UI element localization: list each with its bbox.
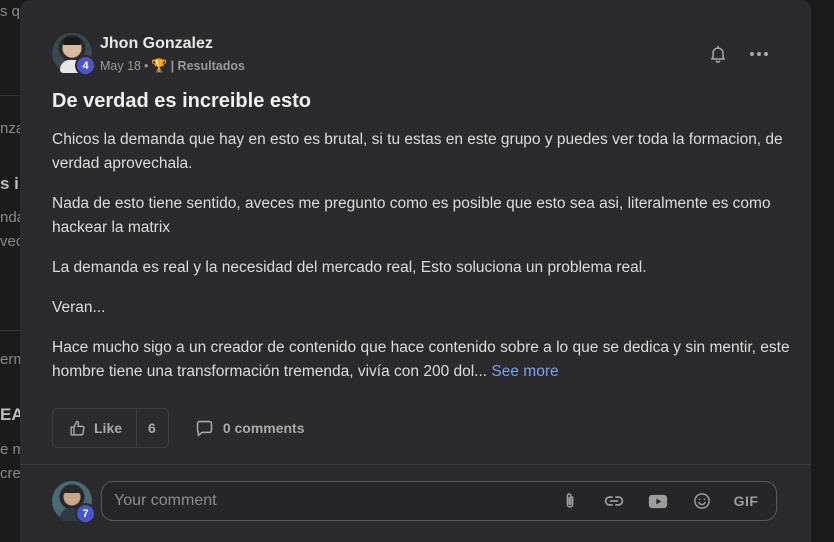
comment-bubble-icon (196, 420, 213, 436)
author-avatar[interactable]: 4 (52, 33, 96, 76)
current-user-avatar[interactable]: 7 (52, 481, 96, 524)
post-date: May 18 (100, 59, 141, 73)
trophy-icon: 🏆 (151, 58, 168, 73)
background-divider (0, 330, 20, 331)
youtube-icon[interactable] (636, 482, 680, 520)
paperclip-icon[interactable] (548, 482, 592, 520)
see-more-link[interactable]: See more (491, 363, 558, 380)
avatar-hair (63, 485, 81, 493)
comment-box: GIF (101, 481, 777, 521)
post-paragraph: Veran... (52, 299, 106, 316)
author-level-badge: 4 (75, 55, 96, 76)
link-icon[interactable] (592, 482, 636, 520)
post-meta: May 18 • 🏆 | Resultados (100, 58, 245, 74)
thumbs-up-icon (70, 420, 85, 436)
post-paragraph-text: Hace mucho sigo a un creador de contenid… (52, 339, 790, 380)
background-snippet: cre (0, 465, 21, 482)
comments-label: 0 comments (222, 420, 305, 436)
background-snippet: s q (0, 3, 21, 20)
comment-input[interactable] (102, 491, 548, 511)
post-paragraph-last: Hace mucho sigo a un creador de contenid… (52, 336, 792, 384)
meta-separator: • (144, 59, 149, 73)
more-horizontal-icon[interactable] (746, 42, 772, 66)
like-control: Like 6 (52, 408, 169, 448)
smiley-icon[interactable] (680, 482, 724, 520)
like-count[interactable]: 6 (137, 409, 168, 447)
author-name[interactable]: Jhon Gonzalez (100, 35, 213, 53)
post-paragraph: Nada de esto tiene sentido, aveces me pr… (52, 195, 771, 236)
like-button[interactable]: Like (53, 409, 138, 447)
post-body: Chicos la demanda que hay en esto es bru… (52, 128, 792, 400)
post-category[interactable]: | Resultados (171, 59, 245, 73)
gif-button[interactable]: GIF (724, 482, 768, 520)
post-paragraph: La demanda es real y la necesidad del me… (52, 259, 647, 276)
post-card: 4 Jhon Gonzalez May 18 • 🏆 | Resultados … (20, 0, 811, 542)
post-actions: Like 6 0 comments (52, 408, 305, 448)
comments-button[interactable]: 0 comments (195, 420, 305, 437)
post-title: De verdad es increible esto (52, 90, 312, 112)
current-user-level-badge: 7 (75, 503, 96, 524)
like-label: Like (94, 420, 123, 436)
avatar-hair (63, 37, 81, 45)
comment-section-divider (20, 464, 811, 465)
bell-icon[interactable] (706, 42, 730, 66)
background-divider (0, 95, 20, 96)
post-paragraph: Chicos la demanda que hay en esto es bru… (52, 131, 783, 172)
